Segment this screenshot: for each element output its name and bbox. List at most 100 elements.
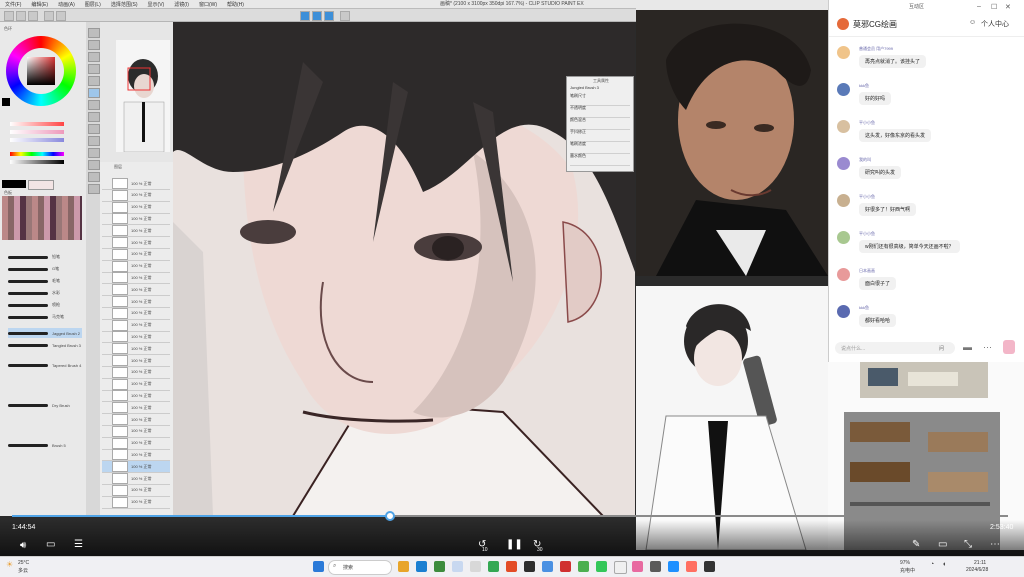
- send-label[interactable]: 问: [939, 345, 944, 352]
- blue-slider[interactable]: [10, 138, 64, 142]
- layer-row[interactable]: 100 % 正常: [102, 272, 170, 285]
- speaker-icon[interactable]: ◖: [942, 561, 946, 568]
- fullscreen-icon[interactable]: ⤡: [964, 539, 972, 550]
- grid-icon[interactable]: [324, 11, 334, 21]
- airbrush-tool-icon[interactable]: [88, 124, 100, 134]
- brush-tool-icon[interactable]: [88, 112, 100, 122]
- volume-icon[interactable]: 🔊︎: [20, 540, 26, 551]
- hue-slider[interactable]: [10, 152, 64, 156]
- message-username[interactable]: kkk鱼: [859, 83, 869, 89]
- user-avatar[interactable]: [837, 157, 850, 170]
- layer-row[interactable]: 100 % 正常: [102, 425, 170, 438]
- edit-icon[interactable]: ✎: [912, 539, 920, 550]
- layer-row[interactable]: 100 % 正常: [102, 225, 170, 238]
- queue-icon[interactable]: ☰: [74, 539, 83, 550]
- layer-row[interactable]: 100 % 正常: [102, 248, 170, 261]
- app-icon[interactable]: [596, 561, 607, 572]
- clip-studio-icon[interactable]: [632, 561, 643, 572]
- red-slider[interactable]: [10, 122, 64, 126]
- layer-row[interactable]: 100 % 正常: [102, 343, 170, 356]
- layer-row[interactable]: 100 % 正常: [102, 260, 170, 273]
- user-center-link[interactable]: 个人中心: [981, 19, 1009, 29]
- user-avatar[interactable]: [837, 305, 850, 318]
- fill-tool-icon[interactable]: [88, 160, 100, 170]
- user-avatar[interactable]: [837, 83, 850, 96]
- brush-item[interactable]: 喷枪: [8, 300, 82, 310]
- green-slider[interactable]: [10, 130, 64, 134]
- snap-icon[interactable]: [300, 11, 310, 21]
- gift-icon[interactable]: [1003, 340, 1015, 354]
- color-palette[interactable]: [2, 196, 82, 240]
- message-username[interactable]: 日本画画: [859, 268, 875, 274]
- menu-window[interactable]: 窗口(W): [194, 1, 222, 8]
- menu-view[interactable]: 显示(V): [143, 1, 170, 8]
- pen-tool-icon[interactable]: [88, 88, 100, 98]
- user-avatar[interactable]: [837, 194, 850, 207]
- layer-row[interactable]: 100 % 正常: [102, 484, 170, 497]
- weather-icon[interactable]: ☀: [6, 560, 13, 569]
- new-icon[interactable]: [4, 11, 14, 21]
- ruler-icon[interactable]: [312, 11, 322, 21]
- layer-row[interactable]: 100 % 正常: [102, 402, 170, 415]
- layer-row[interactable]: 100 % 正常: [102, 473, 170, 485]
- app-icon[interactable]: [452, 561, 463, 572]
- brush-item[interactable]: 马克笔: [8, 312, 82, 322]
- brush-item[interactable]: 铅笔: [8, 252, 82, 262]
- close-icon[interactable]: ✕: [1005, 3, 1011, 11]
- layer-row[interactable]: 100 % 正常: [102, 213, 170, 226]
- minimize-icon[interactable]: –: [977, 3, 981, 10]
- layer-row[interactable]: 100 % 正常: [102, 319, 170, 332]
- user-avatar[interactable]: [837, 268, 850, 281]
- reference-photo-window[interactable]: [636, 0, 828, 276]
- layer-row[interactable]: 100 % 正常: [102, 414, 170, 426]
- maximize-icon[interactable]: ☐: [991, 3, 997, 11]
- layer-row[interactable]: 100 % 正常: [102, 437, 170, 450]
- menu-select[interactable]: 选择范围(S): [106, 1, 143, 8]
- redo-icon[interactable]: [56, 11, 66, 21]
- wifi-icon[interactable]: ◔: [930, 561, 934, 568]
- app-icon[interactable]: [542, 561, 553, 572]
- value-slider[interactable]: [10, 160, 64, 164]
- app-icon[interactable]: [506, 561, 517, 572]
- menu-layer[interactable]: 图层(L): [80, 1, 106, 8]
- brush-item[interactable]: G笔: [8, 264, 82, 274]
- message-username[interactable]: 平小小鱼: [859, 120, 875, 126]
- layer-row[interactable]: 100 % 正常: [102, 355, 170, 367]
- search-box[interactable]: ⌕ 搜索: [328, 560, 392, 575]
- message-username[interactable]: 我的叫: [859, 157, 871, 163]
- text-tool-icon[interactable]: [88, 184, 100, 194]
- app-icon[interactable]: [686, 561, 697, 572]
- chrome-icon[interactable]: [488, 561, 499, 572]
- zoom-tool-icon[interactable]: [88, 28, 100, 38]
- menu-file[interactable]: 文件(F): [0, 1, 26, 8]
- layer-row[interactable]: 100 % 正常: [102, 201, 170, 214]
- more-options-icon[interactable]: ⋯: [990, 539, 1000, 550]
- fg-color[interactable]: [2, 180, 26, 188]
- menu-help[interactable]: 帮助(H): [222, 1, 249, 8]
- saturation-square[interactable]: [27, 57, 55, 85]
- more-icon[interactable]: ⋯: [983, 342, 992, 353]
- subtitles-icon[interactable]: ▭: [46, 539, 55, 550]
- flip-icon[interactable]: [340, 11, 350, 21]
- select-tool-icon[interactable]: [88, 52, 100, 62]
- layer-row[interactable]: 100 % 正常: [102, 178, 170, 190]
- navigator-thumbnail[interactable]: [116, 40, 170, 152]
- chat-input[interactable]: 说点什么... 问: [835, 342, 955, 354]
- layer-row[interactable]: 100 % 正常: [102, 284, 170, 297]
- cast-icon[interactable]: ▭: [938, 539, 947, 550]
- layer-row[interactable]: 100 % 正常: [102, 296, 170, 308]
- layer-row[interactable]: 100 % 正常: [102, 496, 170, 509]
- menu-animation[interactable]: 动画(A): [53, 1, 80, 8]
- open-icon[interactable]: [16, 11, 26, 21]
- pencil-tool-icon[interactable]: [88, 100, 100, 110]
- message-username[interactable]: 平小小鱼: [859, 194, 875, 200]
- app-icon[interactable]: [560, 561, 571, 572]
- message-username[interactable]: 平小小鱼: [859, 231, 875, 237]
- app-icon[interactable]: [668, 561, 679, 572]
- bg-color[interactable]: [28, 180, 54, 190]
- brush-item[interactable]: 毛笔: [8, 276, 82, 286]
- edge-icon[interactable]: [416, 561, 427, 572]
- user-icon[interactable]: ☺: [969, 19, 976, 26]
- user-avatar[interactable]: [837, 120, 850, 133]
- move-tool-icon[interactable]: [88, 40, 100, 50]
